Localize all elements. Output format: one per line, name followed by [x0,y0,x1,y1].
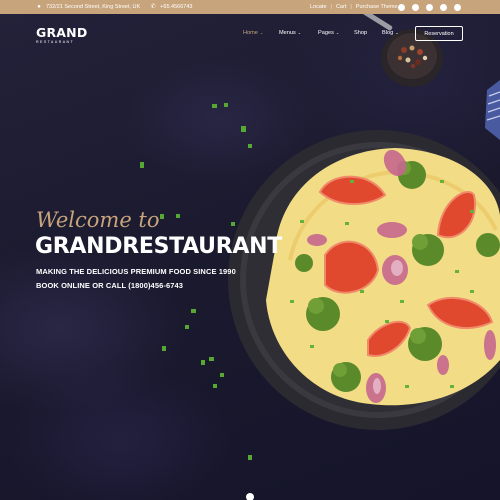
pepper-bowl-image [357,6,443,87]
nav-menus[interactable]: Menus ⌄ [279,30,301,36]
locate-link[interactable]: Locate [310,4,327,10]
nav-blog[interactable]: Blog ⌄ [382,30,399,36]
nav-label: Home [243,30,258,36]
hero-booking-line: BOOK ONLINE OR CALL (1800)456-6743 [36,281,184,290]
nav-label: Pages [318,30,334,36]
phone-text[interactable]: +65.4566743 [160,4,192,10]
nav-label: Menus [279,30,296,36]
cart-link[interactable]: Cart [336,4,346,10]
nav-shop[interactable]: Shop [354,30,367,36]
instagram-icon[interactable] [426,3,433,11]
facebook-icon[interactable] [398,3,405,11]
twitter-icon[interactable] [412,3,419,11]
yelp-icon[interactable] [454,3,461,11]
hero-title: GRANDRESTAURANT [35,234,282,259]
social-icons [398,0,461,14]
nav-label: Blog [382,30,394,36]
separator: | [330,4,332,10]
chevron-down-icon: ⌄ [335,30,340,35]
scroll-indicator[interactable] [246,493,254,500]
tripadvisor-icon[interactable] [440,3,447,11]
location-pin-icon: ● [37,4,41,10]
chevron-down-icon: ⌄ [395,30,399,35]
reservation-button[interactable]: Reservation [415,26,463,41]
page: ● 732/21 Second Street, King Street, UK … [0,0,500,500]
hero-tagline: MAKING THE DELICIOUS PREMIUM FOOD SINCE … [36,267,236,276]
top-info-bar: ● 732/21 Second Street, King Street, UK … [0,0,500,14]
welcome-text: Welcome to [36,208,160,232]
phone-icon: ✆ [150,4,156,10]
nav-label: Shop [354,30,368,36]
site-logo[interactable]: GRAND RESTAURANT [36,25,88,44]
nav-home[interactable]: Home ⌄ [243,30,263,36]
nav-pages[interactable]: Pages ⌄ [318,30,339,36]
topbar-links: Locate | Cart | Purchase Theme [310,0,398,14]
logo-main-text: GRAND [36,25,88,40]
logo-sub-text: RESTAURANT [36,40,75,44]
contact-info: ● 732/21 Second Street, King Street, UK … [36,0,192,14]
separator: | [350,4,352,10]
chevron-down-icon: ⌄ [259,30,264,35]
purchase-theme-link[interactable]: Purchase Theme [356,4,398,10]
chevron-down-icon: ⌄ [297,30,302,35]
address-text: 732/21 Second Street, King Street, UK [46,4,141,10]
